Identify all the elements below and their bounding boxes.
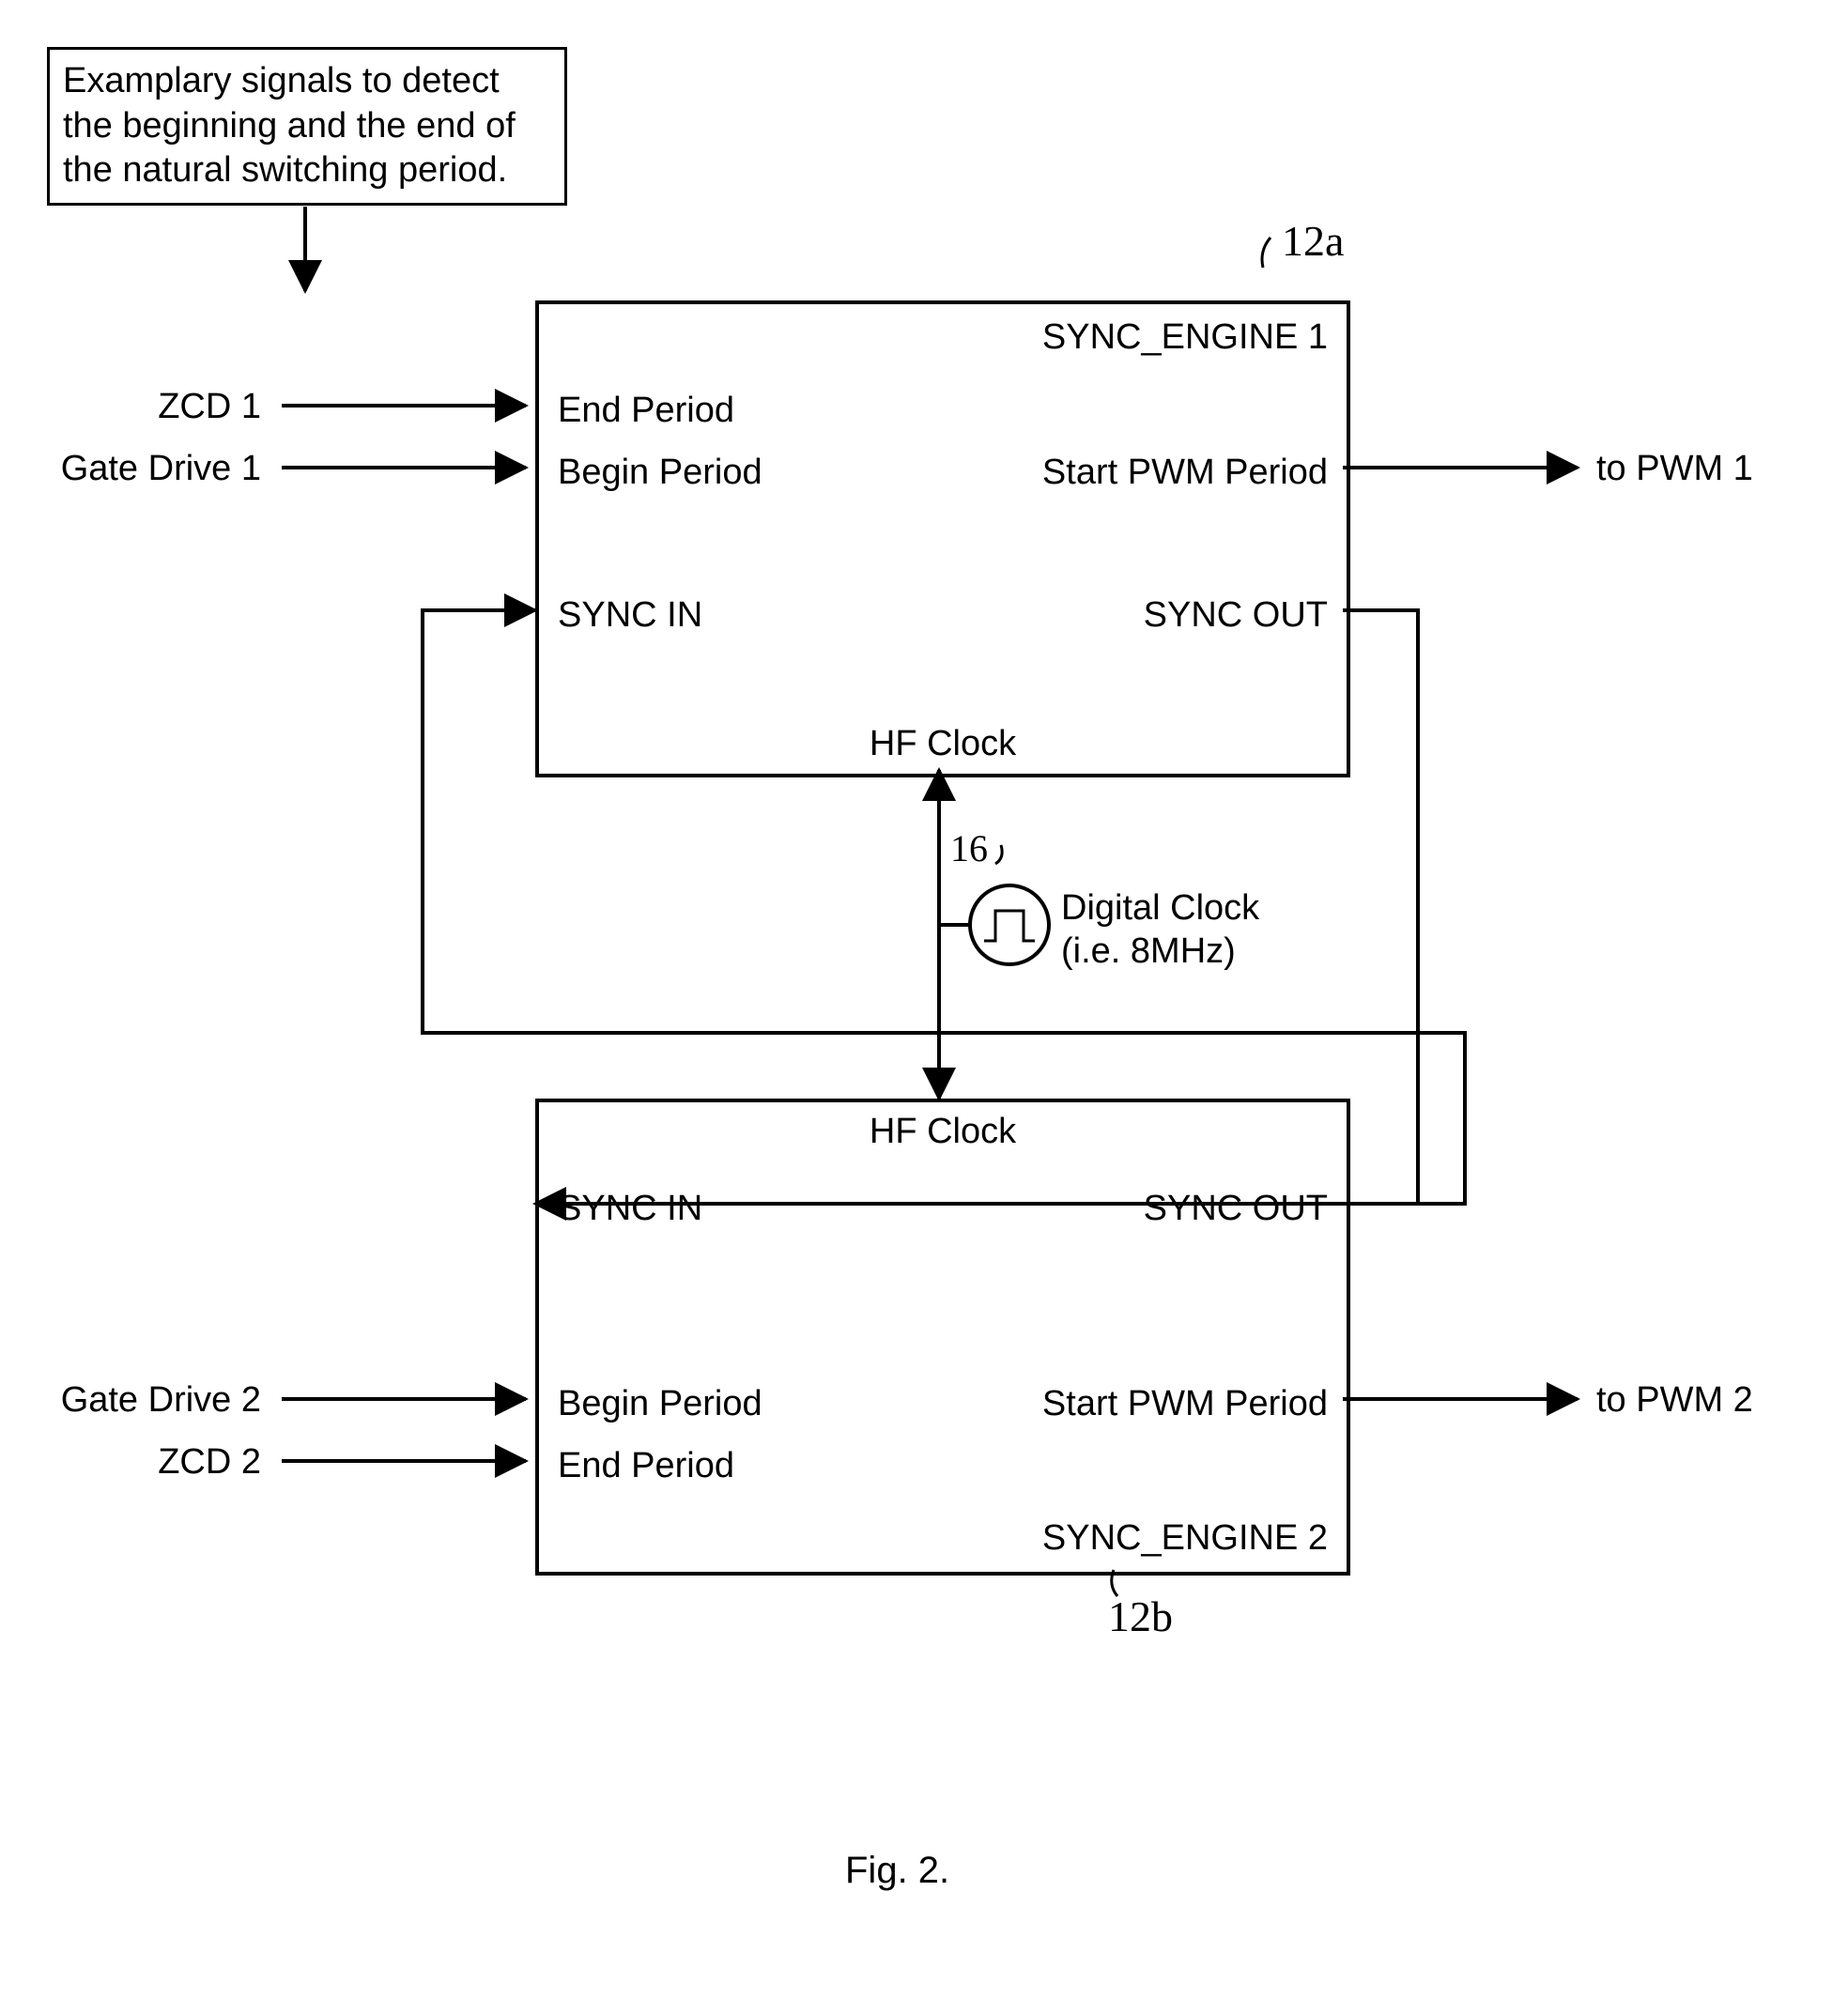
wiring-layer [0,0,1848,1999]
diagram-stage: Examplary signals to detect the beginnin… [0,0,1848,1999]
